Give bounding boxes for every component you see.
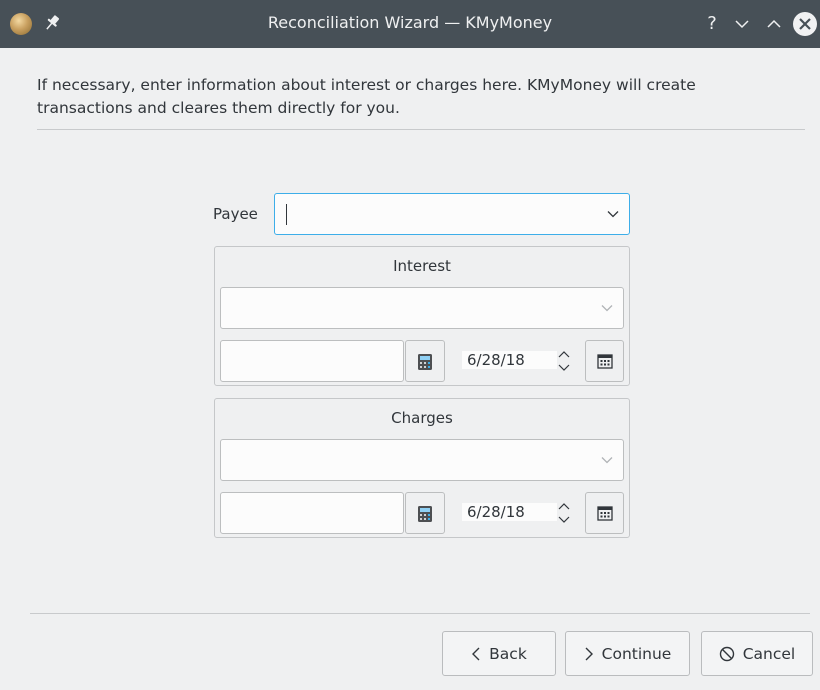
charges-date-field[interactable]: 6/28/18 xyxy=(462,503,557,521)
reconciliation-wizard-window: Reconciliation Wizard — KMyMoney ? If ne… xyxy=(0,0,820,690)
charges-group-title: Charges xyxy=(391,409,453,427)
interest-group: Interest 6/28/18 xyxy=(214,246,630,386)
continue-button-label: Continue xyxy=(601,644,672,663)
close-icon xyxy=(799,18,811,30)
date-spinner-icon[interactable] xyxy=(557,499,571,527)
interest-amount-field[interactable] xyxy=(220,340,404,382)
interest-calculator-button[interactable] xyxy=(405,340,445,382)
back-button-label: Back xyxy=(489,644,527,663)
interest-category-combobox[interactable] xyxy=(220,287,624,329)
charges-amount-field[interactable] xyxy=(220,492,404,534)
charges-calendar-button[interactable] xyxy=(585,492,624,534)
text-cursor xyxy=(286,204,287,225)
help-button[interactable]: ? xyxy=(700,12,724,36)
calculator-icon xyxy=(418,354,432,370)
chevron-left-icon xyxy=(472,647,480,660)
calendar-icon xyxy=(597,354,613,369)
charges-category-combobox[interactable] xyxy=(220,439,624,481)
cancel-button[interactable]: Cancel xyxy=(701,631,813,676)
chevron-up-icon xyxy=(767,19,781,28)
cancel-icon xyxy=(719,646,734,661)
chevron-down-icon[interactable] xyxy=(601,456,613,464)
interest-calendar-button[interactable] xyxy=(585,340,624,382)
window-title: Reconciliation Wizard — KMyMoney xyxy=(267,13,553,32)
calculator-icon xyxy=(418,506,432,522)
interest-date-field[interactable]: 6/28/18 xyxy=(462,351,557,369)
cancel-button-label: Cancel xyxy=(742,644,796,663)
minimize-button[interactable] xyxy=(730,12,754,36)
continue-button[interactable]: Continue xyxy=(565,631,690,676)
calendar-icon xyxy=(597,506,613,521)
payee-combobox[interactable] xyxy=(274,193,630,235)
close-button[interactable] xyxy=(793,12,817,36)
back-button[interactable]: Back xyxy=(442,631,556,676)
chevron-right-icon xyxy=(585,647,593,660)
charges-calculator-button[interactable] xyxy=(405,492,445,534)
chevron-down-icon xyxy=(735,20,749,29)
interest-group-title: Interest xyxy=(393,257,451,275)
maximize-button[interactable] xyxy=(762,12,786,36)
date-spinner-icon[interactable] xyxy=(557,347,571,375)
chevron-down-icon[interactable] xyxy=(601,304,613,312)
intro-text: If necessary, enter information about in… xyxy=(37,76,696,117)
payee-label: Payee xyxy=(213,205,258,223)
bottom-divider xyxy=(30,613,810,614)
title-bar: Reconciliation Wizard — KMyMoney ? xyxy=(0,0,820,48)
chevron-down-icon[interactable] xyxy=(607,210,619,218)
charges-group: Charges 6/28/18 xyxy=(214,398,630,538)
top-divider xyxy=(37,129,805,130)
